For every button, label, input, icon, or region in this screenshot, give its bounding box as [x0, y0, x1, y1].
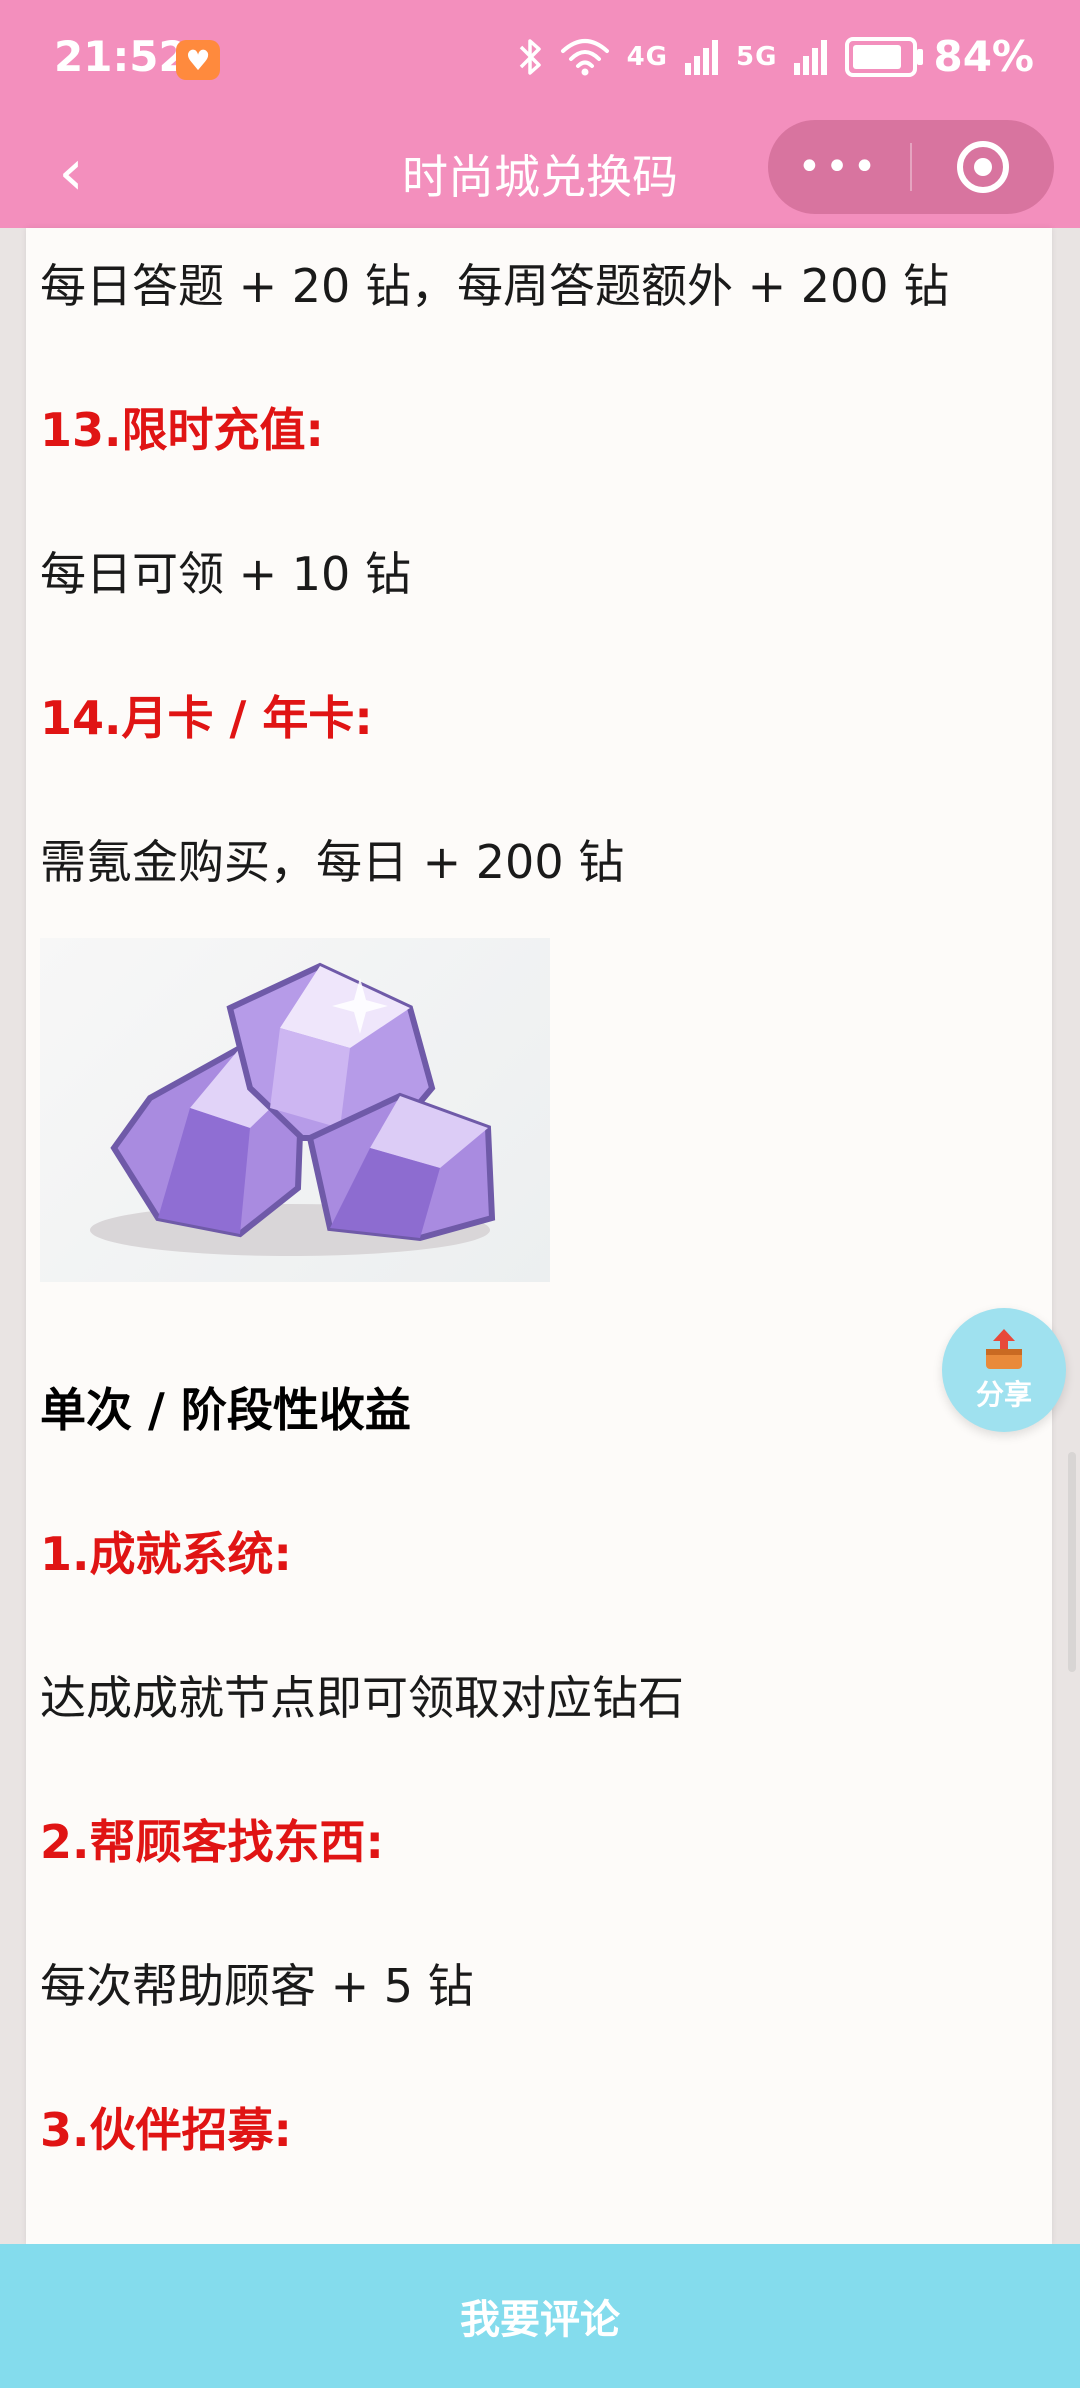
close-mini-program-button[interactable]	[912, 120, 1054, 214]
share-label: 分享	[975, 1378, 1032, 1411]
article-content: 每日答题 + 20 钻，每周答题额外 + 200 钻 13.限时充值: 每日可领…	[26, 228, 1052, 2244]
share-button[interactable]: 分享	[942, 1308, 1066, 1432]
battery-icon	[845, 36, 924, 77]
signal-bars-icon	[685, 39, 719, 75]
target-close-icon	[957, 141, 1009, 193]
heading-limited-recharge: 13.限时充值:	[40, 403, 324, 457]
section-heading-one-time-rewards: 单次 / 阶段性收益	[40, 1383, 411, 1437]
mini-program-capsule: •••	[768, 120, 1054, 214]
paragraph-help-customers: 每次帮助顾客 + 5 钻	[40, 1959, 474, 2013]
more-options-button[interactable]: •••	[768, 120, 910, 214]
signal-bars-icon-2	[794, 39, 828, 75]
diamond-gems-image	[40, 938, 550, 1282]
heading-partner-recruit: 3.伙伴招募:	[40, 2103, 292, 2157]
scrollbar[interactable]	[1068, 1452, 1076, 1672]
comment-button[interactable]: 我要评论	[0, 2244, 1080, 2388]
heading-help-customers: 2.帮顾客找东西:	[40, 1815, 384, 1869]
more-dots-icon: •••	[797, 144, 881, 190]
status-icons: 4G 5G 84%	[517, 32, 1034, 81]
paragraph-achievement: 达成成就节点即可领取对应钻石	[40, 1671, 684, 1725]
wifi-icon	[560, 38, 609, 75]
share-box-icon	[986, 1329, 1022, 1369]
purple-gems-icon	[90, 962, 496, 1256]
comment-label: 我要评论	[460, 2297, 620, 2343]
paragraph-daily-claim: 每日可领 + 10 钻	[40, 547, 411, 601]
signal-5g-label: 5G	[736, 41, 778, 72]
target-dot	[974, 158, 992, 176]
bluetooth-icon	[519, 38, 541, 75]
status-bar: 21:52 ♥ 4G 5G 84%	[0, 0, 1080, 120]
battery-percent: 84%	[933, 32, 1034, 81]
paragraph-card-purchase: 需氪金购买，每日 + 200 钻	[40, 835, 625, 889]
status-time: 21:52	[54, 32, 188, 81]
battery-level-fill	[853, 44, 901, 69]
nav-bar: ‹ 时尚城兑换码 •••	[0, 120, 1080, 228]
signal-4g-label: 4G	[626, 41, 669, 72]
heart-app-icon: ♥	[176, 40, 220, 80]
heading-monthly-yearly-card: 14.月卡 / 年卡:	[40, 691, 373, 745]
heading-achievement-system: 1.成就系统:	[40, 1527, 292, 1581]
paragraph-daily-quiz: 每日答题 + 20 钻，每周答题额外 + 200 钻	[40, 259, 950, 313]
